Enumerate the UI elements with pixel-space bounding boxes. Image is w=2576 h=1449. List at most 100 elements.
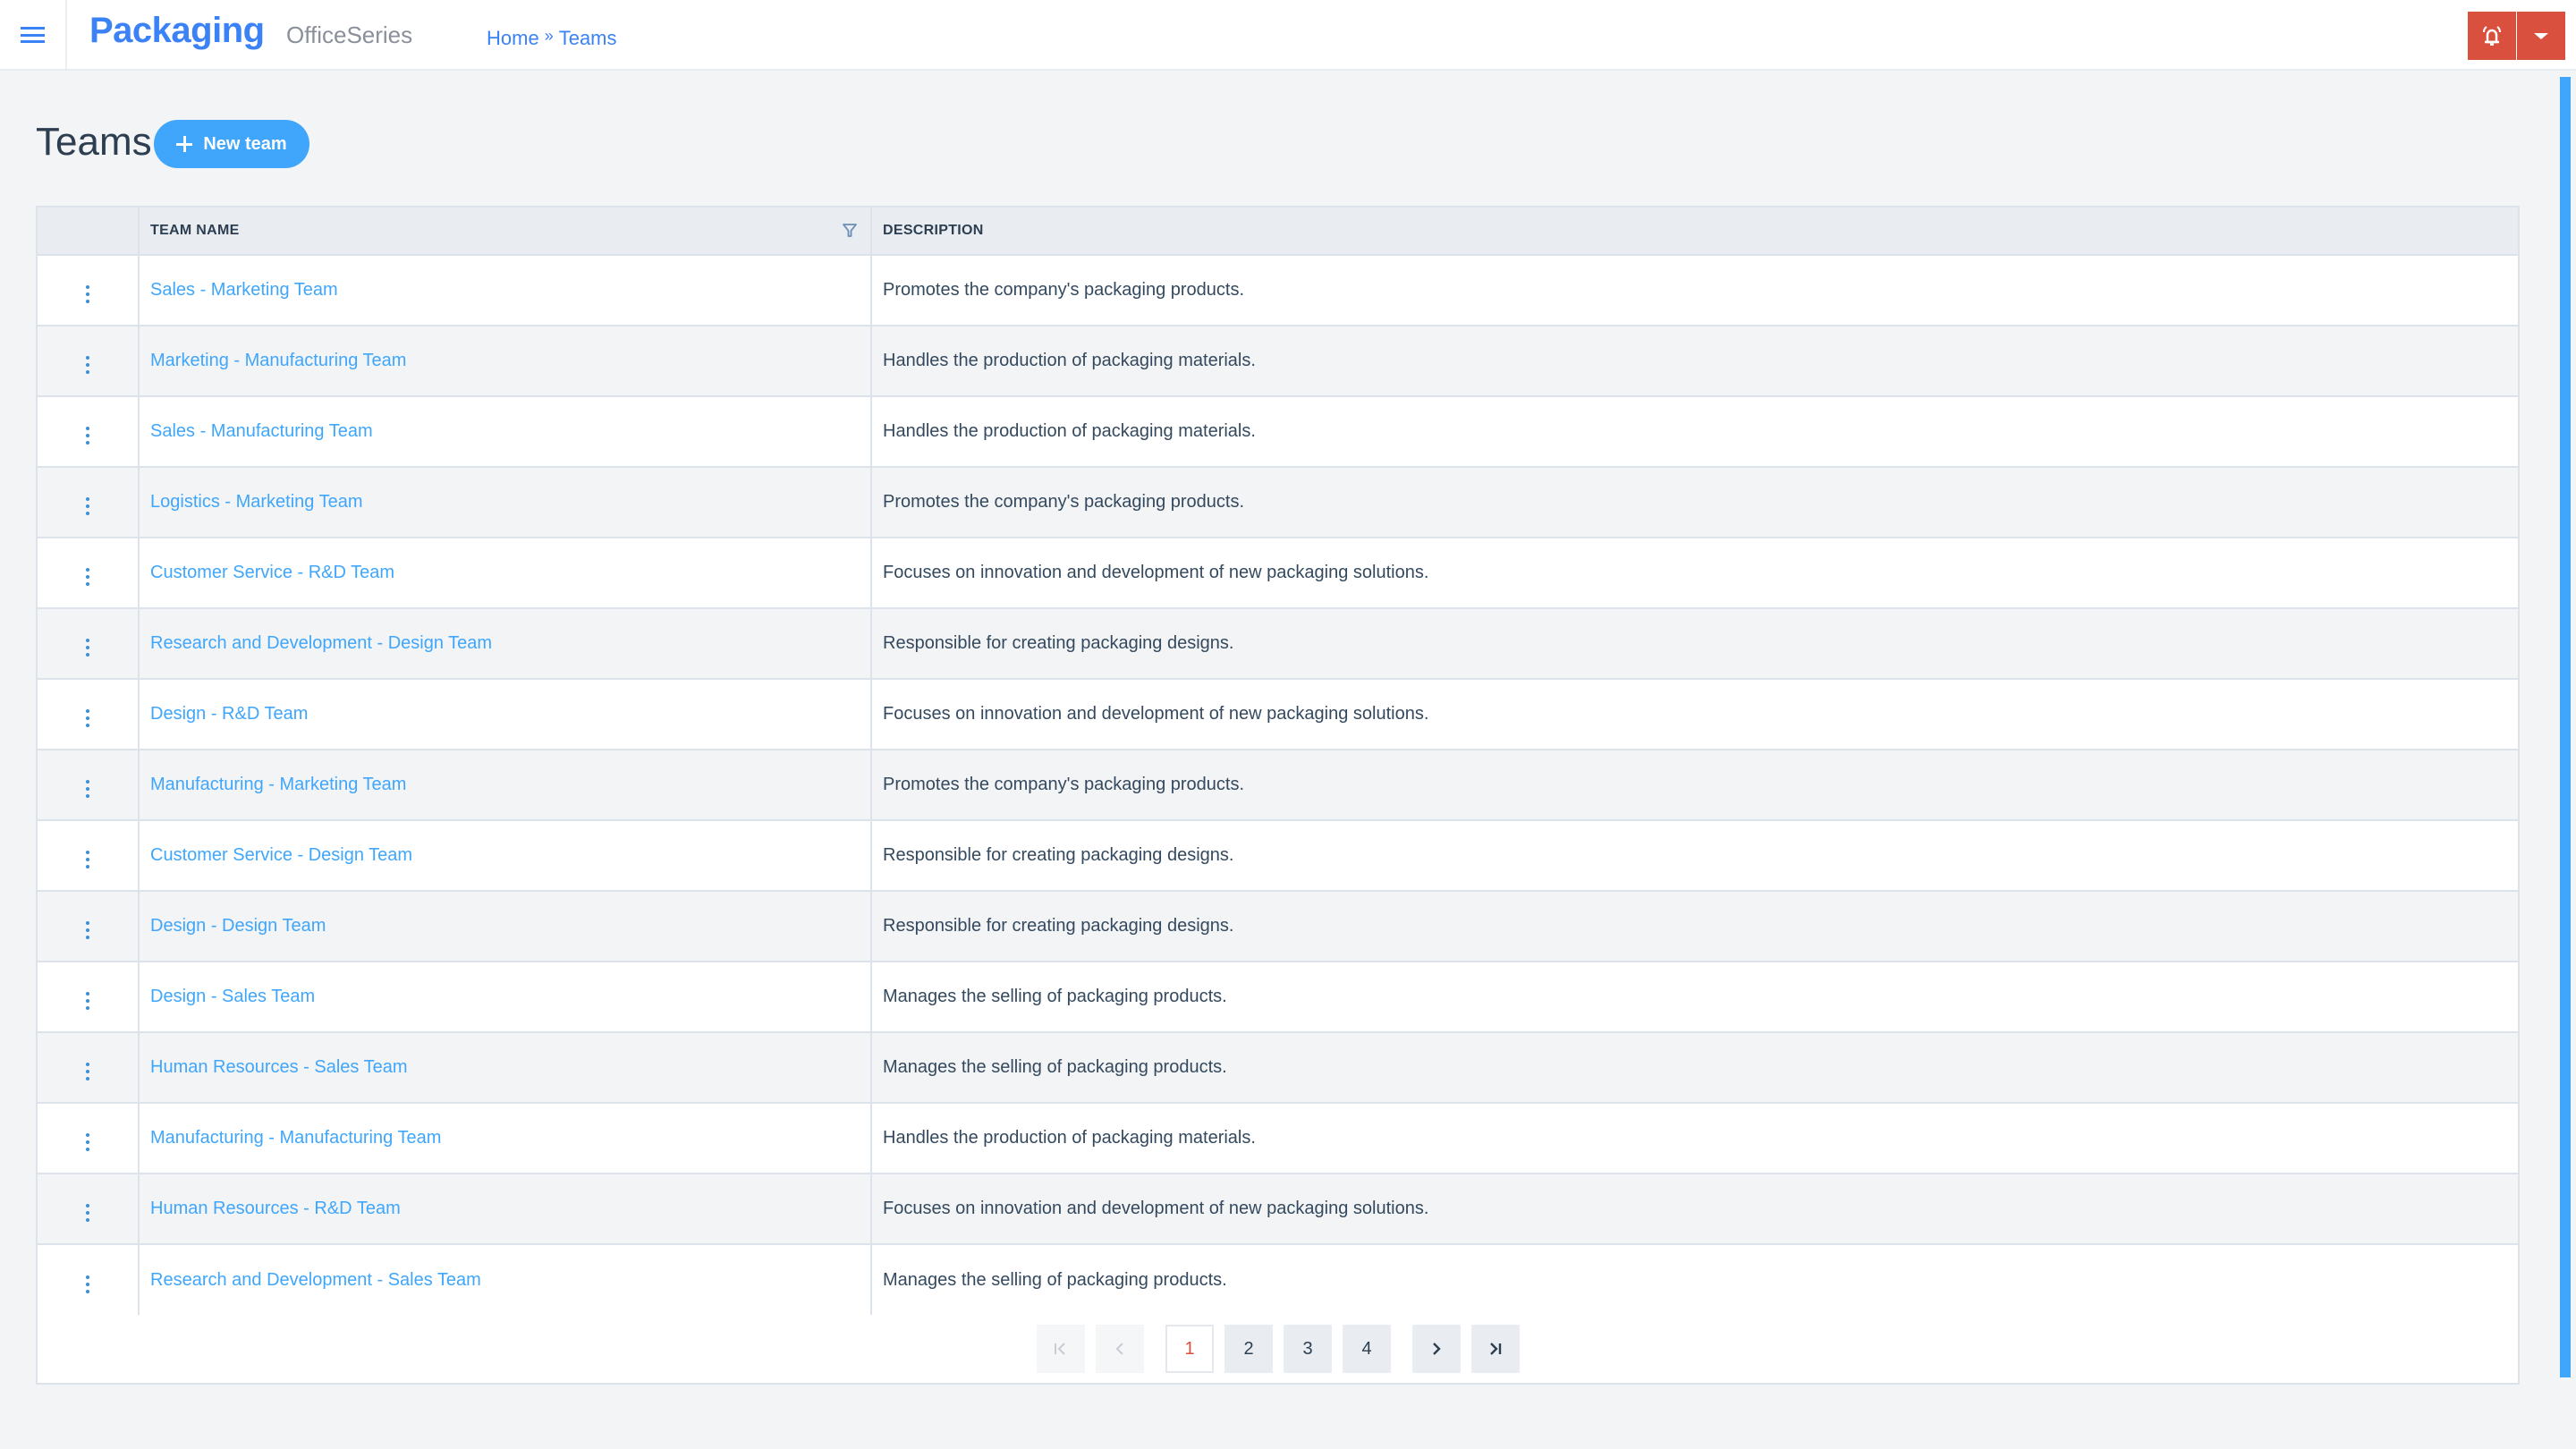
team-name-link[interactable]: Logistics - Marketing Team — [150, 492, 363, 512]
table-body: Sales - Marketing Team Promotes the compa… — [38, 255, 2518, 1315]
page-button-1[interactable]: 1 — [1165, 1325, 1214, 1373]
team-name-link[interactable]: Design - Design Team — [150, 916, 326, 936]
row-actions-cell — [38, 608, 140, 680]
row-actions-cell — [38, 750, 140, 821]
team-name-link[interactable]: Design - Sales Team — [150, 987, 315, 1006]
column-header-team-name-label: TEAM NAME — [150, 223, 240, 238]
kebab-menu-icon[interactable] — [79, 1200, 97, 1225]
team-name-link[interactable]: Research and Development - Design Team — [150, 633, 492, 653]
team-description: Responsible for creating packaging desig… — [871, 608, 2518, 680]
table-row: Manufacturing - Marketing Team Promotes t… — [38, 750, 2518, 821]
app-brand[interactable]: Packaging — [89, 11, 265, 51]
team-name-link[interactable]: Customer Service - Design Team — [150, 845, 412, 865]
team-name-cell: Manufacturing - Manufacturing Team — [139, 1103, 872, 1174]
team-name-cell: Design - Design Team — [139, 891, 872, 962]
kebab-menu-icon[interactable] — [79, 352, 97, 377]
team-name-link[interactable]: Sales - Marketing Team — [150, 280, 338, 300]
table-row: Manufacturing - Manufacturing Team Handle… — [38, 1103, 2518, 1174]
kebab-menu-icon[interactable] — [79, 1059, 97, 1084]
row-actions-cell — [38, 255, 140, 326]
page-button-4[interactable]: 4 — [1343, 1325, 1391, 1373]
new-team-button[interactable]: New team — [154, 120, 309, 168]
team-description: Promotes the company's packaging product… — [871, 467, 2518, 538]
team-name-cell: Human Resources - R&D Team — [139, 1174, 872, 1245]
table-row: Marketing - Manufacturing Team Handles th… — [38, 326, 2518, 397]
filter-icon[interactable] — [842, 223, 858, 239]
top-bar: Packaging OfficeSeries Home » Teams — [0, 0, 2576, 71]
team-name-cell: Design - Sales Team — [139, 962, 872, 1033]
kebab-menu-icon[interactable] — [79, 635, 97, 660]
team-name-link[interactable]: Human Resources - Sales Team — [150, 1057, 408, 1077]
table-row: Customer Service - Design Team Responsibl… — [38, 820, 2518, 892]
first-page-button[interactable] — [1037, 1325, 1085, 1373]
row-actions-cell — [38, 1174, 140, 1245]
chevron-left-icon — [1115, 1343, 1123, 1355]
kebab-menu-icon[interactable] — [79, 776, 97, 801]
kebab-menu-icon[interactable] — [79, 494, 97, 519]
table-row: Design - R&D Team Focuses on innovation a… — [38, 679, 2518, 750]
kebab-menu-icon[interactable] — [79, 706, 97, 731]
team-name-cell: Logistics - Marketing Team — [139, 467, 872, 538]
table-row: Logistics - Marketing Team Promotes the c… — [38, 467, 2518, 538]
team-name-link[interactable]: Marketing - Manufacturing Team — [150, 351, 406, 370]
next-page-button[interactable] — [1412, 1325, 1461, 1373]
table-row: Sales - Marketing Team Promotes the compa… — [38, 255, 2518, 326]
kebab-menu-icon[interactable] — [79, 918, 97, 943]
kebab-menu-icon[interactable] — [79, 564, 97, 589]
breadcrumb-teams[interactable]: Teams — [559, 27, 617, 50]
team-name-link[interactable]: Customer Service - R&D Team — [150, 563, 394, 582]
user-dropdown-button[interactable] — [2517, 12, 2565, 60]
kebab-menu-icon[interactable] — [79, 1272, 97, 1297]
team-name-cell: Marketing - Manufacturing Team — [139, 326, 872, 397]
row-actions-cell — [38, 1032, 140, 1104]
bell-ringing-icon — [2483, 26, 2501, 46]
page-title: Teams — [36, 120, 152, 164]
alerts-button[interactable] — [2468, 12, 2516, 60]
kebab-menu-icon[interactable] — [79, 282, 97, 307]
kebab-menu-icon[interactable] — [79, 988, 97, 1013]
team-name-link[interactable]: Manufacturing - Manufacturing Team — [150, 1128, 441, 1148]
kebab-menu-icon[interactable] — [79, 1130, 97, 1155]
hamburger-icon — [21, 26, 45, 43]
column-header-team-name[interactable]: TEAM NAME — [139, 208, 872, 256]
product-name: OfficeSeries — [286, 21, 413, 48]
menu-toggle-button[interactable] — [0, 0, 67, 69]
row-actions-cell — [38, 820, 140, 892]
team-name-cell: Manufacturing - Marketing Team — [139, 750, 872, 821]
kebab-menu-icon[interactable] — [79, 423, 97, 448]
first-page-icon — [1055, 1343, 1065, 1355]
team-name-link[interactable]: Sales - Manufacturing Team — [150, 421, 373, 441]
row-actions-cell — [38, 962, 140, 1033]
team-name-cell: Design - R&D Team — [139, 679, 872, 750]
pagination: 1 2 3 4 — [1037, 1325, 1530, 1373]
row-actions-cell — [38, 891, 140, 962]
last-page-button[interactable] — [1471, 1325, 1520, 1373]
breadcrumb-home[interactable]: Home — [487, 27, 539, 50]
table-row: Human Resources - Sales Team Manages the … — [38, 1032, 2518, 1104]
team-description: Handles the production of packaging mate… — [871, 326, 2518, 397]
team-name-link[interactable]: Research and Development - Sales Team — [150, 1270, 481, 1290]
team-description: Manages the selling of packaging product… — [871, 962, 2518, 1033]
table-row: Design - Design Team Responsible for crea… — [38, 891, 2518, 962]
team-name-link[interactable]: Manufacturing - Marketing Team — [150, 775, 406, 794]
team-name-link[interactable]: Human Resources - R&D Team — [150, 1199, 401, 1218]
team-name-cell: Human Resources - Sales Team — [139, 1032, 872, 1104]
team-name-link[interactable]: Design - R&D Team — [150, 704, 308, 724]
page-button-2[interactable]: 2 — [1224, 1325, 1273, 1373]
team-name-cell: Research and Development - Sales Team — [139, 1244, 872, 1315]
column-header-description: DESCRIPTION — [871, 208, 2518, 256]
table-row: Sales - Manufacturing Team Handles the pr… — [38, 396, 2518, 468]
page-button-3[interactable]: 3 — [1284, 1325, 1332, 1373]
row-actions-cell — [38, 679, 140, 750]
kebab-menu-icon[interactable] — [79, 847, 97, 872]
row-actions-cell — [38, 1103, 140, 1174]
team-description: Responsible for creating packaging desig… — [871, 820, 2518, 892]
team-name-cell: Customer Service - Design Team — [139, 820, 872, 892]
table-row: Research and Development - Design Team Re… — [38, 608, 2518, 680]
previous-page-button[interactable] — [1096, 1325, 1144, 1373]
vertical-scrollbar[interactable] — [2560, 77, 2571, 1377]
table-header-row: TEAM NAME DESCRIPTION — [38, 208, 2518, 256]
team-description: Manages the selling of packaging product… — [883, 1269, 1227, 1290]
team-description: Focuses on innovation and development of… — [871, 1174, 2518, 1245]
teams-table: TEAM NAME DESCRIPTION Sales - Marketing … — [38, 208, 2518, 1315]
